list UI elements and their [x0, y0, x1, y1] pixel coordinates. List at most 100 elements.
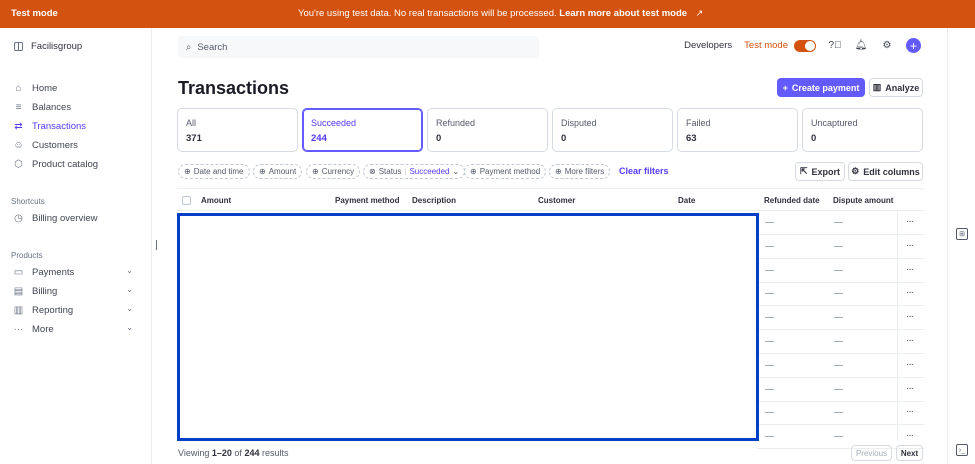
export-button[interactable]: ⇱ Export	[795, 162, 845, 181]
table-row[interactable]: ···	[757, 331, 924, 354]
viewing-of: of	[234, 448, 242, 458]
tab-refunded[interactable]: Refunded 0	[427, 108, 548, 152]
tab-succeeded[interactable]: Succeeded 244	[302, 108, 423, 152]
developers-link[interactable]: Developers	[684, 40, 732, 51]
row-actions-icon[interactable]: ···	[906, 264, 914, 275]
tab-all[interactable]: All 371	[177, 108, 298, 152]
sidebar-item-billing-overview[interactable]: ◷ Billing overview	[13, 210, 143, 226]
analyze-button[interactable]: ▥ Analyze	[869, 78, 923, 97]
row-actions-icon[interactable]: ···	[906, 240, 914, 251]
refunded-date-empty	[765, 317, 774, 319]
filter-amount[interactable]: ⊕ Amount	[253, 164, 303, 179]
dispute-amount-empty	[834, 341, 843, 342]
remove-circle-icon[interactable]: ⊗	[369, 167, 376, 176]
row-actions-icon[interactable]: ···	[906, 359, 914, 370]
create-new-icon[interactable]: +	[906, 38, 921, 53]
right-rail: ⊞ ›_	[947, 28, 975, 464]
sidebar-item-customers[interactable]: ☺ Customers	[13, 137, 143, 153]
previous-page-button[interactable]: Previous	[851, 445, 892, 461]
filter-currency[interactable]: ⊕ Currency	[306, 164, 361, 179]
row-actions-icon[interactable]: ···	[906, 335, 914, 346]
tab-label: Uncaptured	[811, 118, 858, 128]
column-header-amount[interactable]: Amount	[201, 196, 231, 205]
row-actions-icon[interactable]: ···	[906, 287, 914, 298]
test-mode-toggle[interactable]: Test mode	[744, 39, 816, 52]
filter-more[interactable]: ⊕ More filters	[549, 164, 611, 179]
terminal-icon[interactable]: ›_	[956, 444, 968, 456]
sidebar-item-label: Billing overview	[32, 212, 98, 224]
tab-label: Succeeded	[311, 118, 357, 128]
clear-filters-link[interactable]: Clear filters	[619, 166, 669, 176]
external-link-icon[interactable]: ↗	[696, 8, 704, 19]
clock-icon: ◷	[14, 212, 23, 224]
sidebar-item-home[interactable]: ⌂ Home	[13, 80, 143, 96]
tab-disputed[interactable]: Disputed 0	[552, 108, 673, 152]
tab-count: 0	[561, 133, 567, 144]
filter-status[interactable]: ⊗ Status | Succeeded ⌄	[363, 164, 466, 179]
sidebar-item-balances[interactable]: ≡ Balances	[13, 99, 143, 115]
tab-label: All	[186, 118, 197, 128]
tab-failed[interactable]: Failed 63	[677, 108, 798, 152]
toggle-switch[interactable]	[794, 39, 816, 52]
table-row[interactable]: ···	[757, 402, 924, 426]
column-header-dispute-amount[interactable]: Dispute amount	[833, 196, 893, 205]
dispute-amount-empty	[834, 364, 843, 366]
table-row[interactable]: ···	[757, 355, 924, 378]
next-page-button[interactable]: Next	[896, 445, 923, 461]
apps-icon[interactable]: ⊞	[956, 228, 968, 240]
chevron-down-icon: ⌄	[452, 167, 460, 176]
table-row[interactable]: ···	[757, 379, 924, 402]
pagination-summary: Viewing 1–20 of 244 results	[178, 448, 289, 458]
actions-column-divider	[897, 211, 898, 441]
learn-more-link[interactable]: Learn more about test mode	[559, 8, 687, 19]
select-all-checkbox[interactable]	[182, 196, 191, 205]
column-header-customer[interactable]: Customer	[538, 196, 575, 205]
dispute-amount-empty	[834, 293, 843, 295]
sidebar-item-payments[interactable]: ▭ Payments ⌄	[13, 264, 143, 280]
column-header-date[interactable]: Date	[678, 196, 695, 205]
sidebar-item-label: Reporting	[32, 304, 74, 316]
plus-circle-icon: ⊕	[470, 167, 477, 176]
top-actions: Developers Test mode ?⃝ 🔔︎ ⚙ +	[684, 38, 921, 53]
row-actions-icon[interactable]: ···	[906, 383, 914, 394]
table-row[interactable]: ···	[757, 307, 924, 331]
plus-icon: +	[782, 82, 788, 93]
chevron-down-icon: ⌄	[126, 323, 133, 332]
create-payment-label: Create payment	[791, 82, 860, 93]
test-mode-label: Test mode	[744, 40, 788, 51]
refunded-date-empty	[765, 388, 774, 390]
sidebar-item-reporting[interactable]: ▥ Reporting ⌄	[13, 302, 143, 318]
column-header-refunded-date[interactable]: Refunded date	[764, 196, 820, 205]
create-payment-button[interactable]: + Create payment	[777, 78, 865, 97]
sidebar-item-product-catalog[interactable]: ⬡ Product catalog	[13, 156, 143, 172]
chip-divider: |	[404, 167, 407, 176]
column-header-description[interactable]: Description	[412, 196, 456, 205]
analyze-label: Analyze	[885, 82, 920, 93]
row-actions-icon[interactable]: ···	[906, 311, 914, 322]
bell-icon[interactable]: 🔔︎	[854, 39, 868, 53]
sidebar-item-label: Payments	[32, 266, 75, 278]
table-row[interactable]: ···	[757, 236, 924, 259]
row-actions-icon[interactable]: ···	[906, 430, 914, 441]
tab-uncaptured[interactable]: Uncaptured 0	[802, 108, 923, 152]
account-switcher[interactable]: Facilisgroup	[14, 41, 82, 52]
help-icon[interactable]: ?⃝	[828, 39, 842, 53]
edit-columns-button[interactable]: ⚙ Edit columns	[848, 162, 923, 181]
filter-label: Amount	[268, 167, 297, 176]
row-actions-icon[interactable]: ···	[906, 406, 914, 417]
chevron-down-icon: ⌄	[126, 285, 133, 294]
reporting-icon: ▥	[13, 304, 24, 316]
filter-label: More filters	[564, 167, 605, 176]
filter-payment-method[interactable]: ⊕ Payment method	[464, 164, 547, 179]
search-input[interactable]: ⌕ Search	[178, 36, 539, 58]
table-row[interactable]: ···	[757, 212, 924, 235]
sidebar-item-more[interactable]: ··· More ⌄	[13, 321, 143, 337]
row-actions-icon[interactable]: ···	[906, 216, 914, 227]
sidebar-item-transactions[interactable]: ⇄ Transactions	[13, 118, 143, 134]
filter-date-and-time[interactable]: ⊕ Date and time	[178, 164, 250, 179]
gear-icon[interactable]: ⚙	[880, 39, 894, 53]
column-header-payment-method[interactable]: Payment method	[335, 196, 399, 205]
sidebar-item-billing[interactable]: ▤ Billing ⌄	[13, 283, 143, 299]
table-row[interactable]: ···	[757, 260, 924, 283]
table-row[interactable]: ···	[757, 283, 924, 307]
